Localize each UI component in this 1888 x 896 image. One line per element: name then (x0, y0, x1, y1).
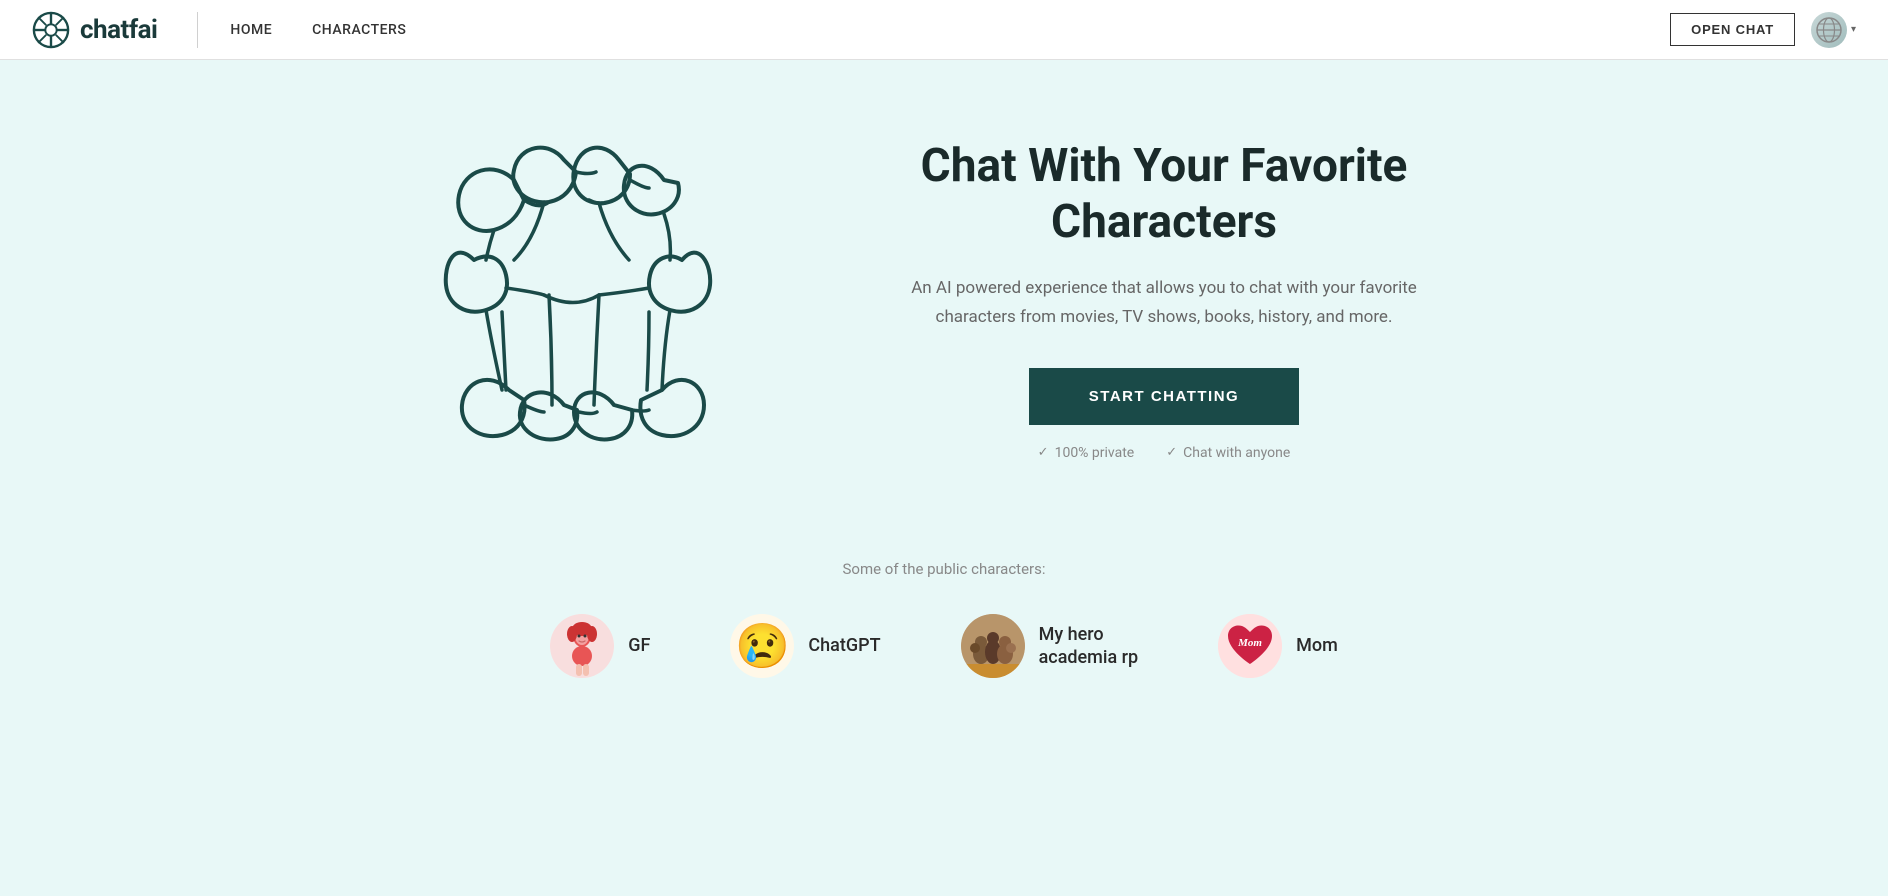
hero-section: Chat With Your Favorite Characters An AI… (0, 60, 1888, 500)
chatgpt-emoji: 😢 (735, 620, 790, 672)
chatfai-logo-icon (32, 11, 70, 49)
hero-badge-chat: ✓ Chat with anyone (1166, 445, 1290, 461)
start-chatting-button[interactable]: START CHATTING (1029, 368, 1299, 425)
badge-chat-label: Chat with anyone (1183, 445, 1290, 461)
logo[interactable]: chatfai (32, 11, 157, 49)
nav-link-characters[interactable]: CHARACTERS (312, 22, 406, 38)
hero-badge-private: ✓ 100% private (1038, 445, 1135, 461)
check-chat-icon: ✓ (1166, 445, 1177, 460)
logo-text: chatfai (80, 15, 157, 45)
character-name-gf: GF (628, 634, 650, 657)
svg-text:Mom: Mom (1237, 637, 1262, 649)
avatar-chevron-icon: ▾ (1851, 24, 1856, 35)
character-card-gf[interactable]: GF (550, 614, 650, 678)
character-avatar-mha (961, 614, 1025, 678)
gf-avatar-svg (550, 614, 614, 678)
characters-section: Some of the public characters: (0, 500, 1888, 718)
character-name-chatgpt: ChatGPT (808, 634, 880, 657)
character-card-mom[interactable]: Mom Mom (1218, 614, 1338, 678)
character-avatar-chatgpt: 😢 (730, 614, 794, 678)
characters-grid: GF 😢 ChatGPT (40, 614, 1848, 678)
hero-content: Chat With Your Favorite Characters An AI… (874, 139, 1454, 460)
character-avatar-mom: Mom (1218, 614, 1282, 678)
nav-link-home[interactable]: HOME (230, 22, 272, 38)
navbar: chatfai HOME CHARACTERS OPEN CHAT ▾ (0, 0, 1888, 60)
characters-subtitle: Some of the public characters: (40, 560, 1848, 578)
character-name-mha: My heroacademia rp (1039, 623, 1139, 670)
mha-avatar-svg (961, 614, 1025, 678)
hero-subtitle: An AI powered experience that allows you… (874, 274, 1454, 332)
hero-title: Chat With Your Favorite Characters (874, 139, 1454, 249)
badge-private-label: 100% private (1055, 445, 1135, 461)
user-avatar-dropdown[interactable]: ▾ (1811, 12, 1856, 48)
open-chat-button[interactable]: OPEN CHAT (1670, 13, 1795, 46)
check-private-icon: ✓ (1038, 445, 1049, 460)
character-card-chatgpt[interactable]: 😢 ChatGPT (730, 614, 880, 678)
nav-divider (197, 12, 198, 48)
nav-links: HOME CHARACTERS (230, 22, 1670, 38)
character-name-mom: Mom (1296, 634, 1338, 657)
nav-right: OPEN CHAT ▾ (1670, 12, 1856, 48)
character-avatar-gf (550, 614, 614, 678)
hero-badges: ✓ 100% private ✓ Chat with anyone (874, 445, 1454, 461)
mom-avatar-svg: Mom (1218, 614, 1282, 678)
user-avatar[interactable] (1811, 12, 1847, 48)
brain-illustration (434, 120, 754, 480)
character-card-mha[interactable]: My heroacademia rp (961, 614, 1139, 678)
globe-icon (1815, 16, 1843, 44)
